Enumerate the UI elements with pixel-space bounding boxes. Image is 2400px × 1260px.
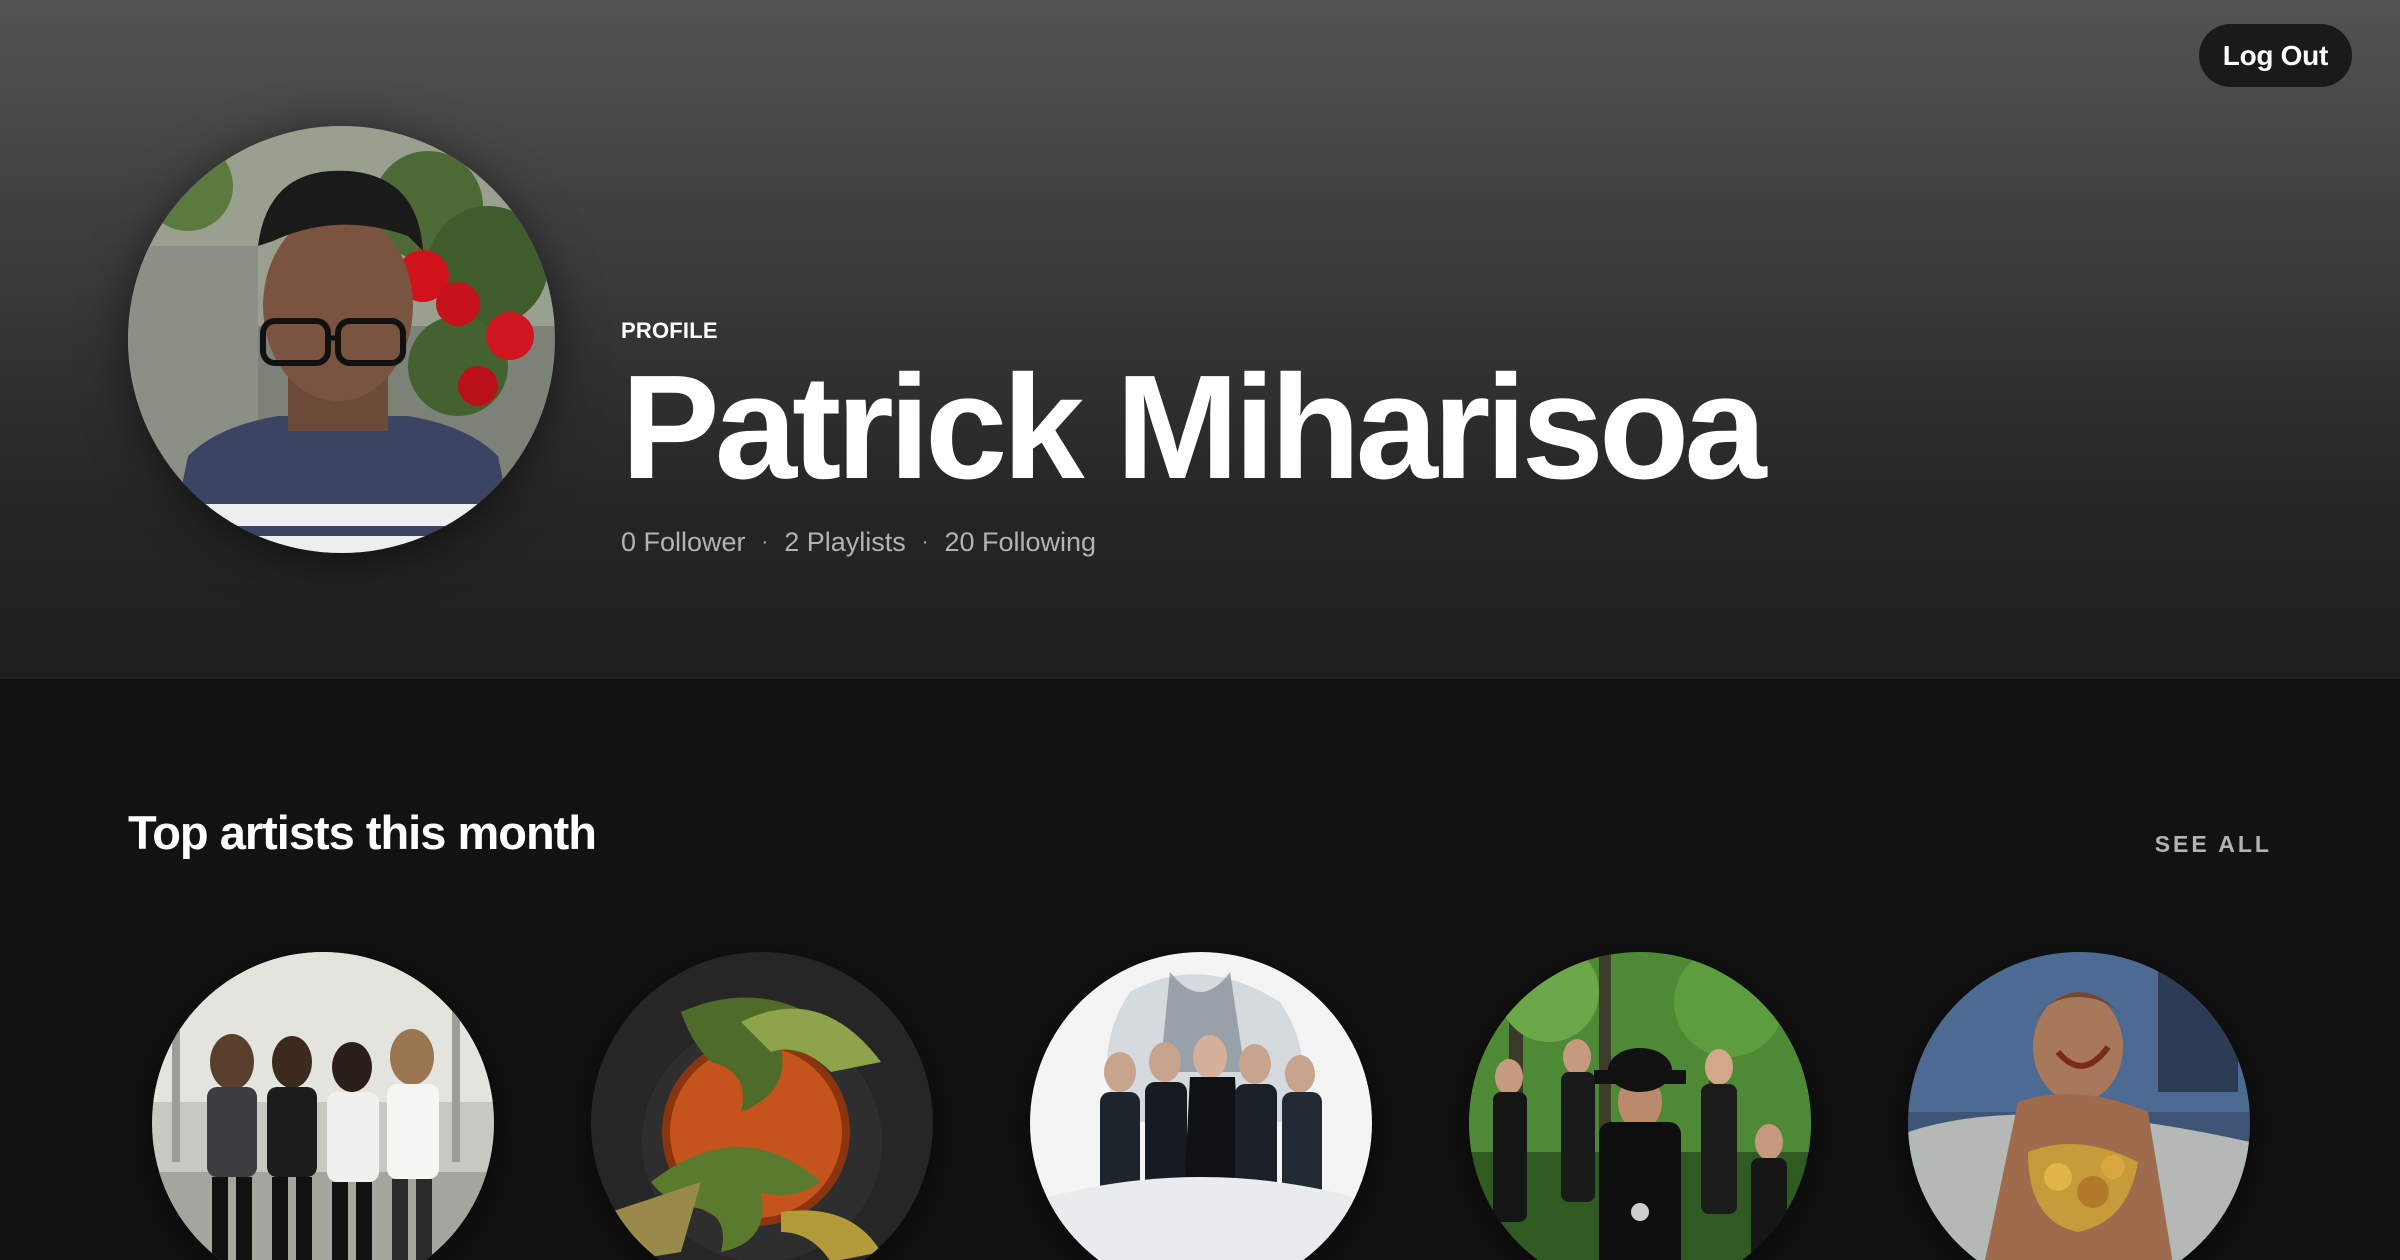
followers-count[interactable]: 0 Follower bbox=[621, 527, 746, 558]
painting-artwork-icon bbox=[1908, 952, 2250, 1260]
section-title: Top artists this month bbox=[128, 806, 597, 859]
profile-photo-icon bbox=[128, 126, 555, 553]
top-artists-row bbox=[152, 952, 2252, 1260]
band-forest-photo-icon bbox=[1469, 952, 1811, 1260]
band-photo-icon bbox=[152, 952, 494, 1260]
see-all-link[interactable]: SEE ALL bbox=[2155, 831, 2272, 858]
profile-info: PROFILE Patrick Miharisoa 0 Follower · 2… bbox=[621, 318, 1767, 558]
profile-stats: 0 Follower · 2 Playlists · 20 Following bbox=[621, 527, 1762, 558]
artist-card-2[interactable] bbox=[591, 952, 933, 1260]
artist-card-5[interactable] bbox=[1908, 952, 2250, 1260]
bird-artwork-icon bbox=[591, 952, 933, 1260]
profile-header: Log Out PROFILE Patrick Miharisoa 0 Foll… bbox=[0, 0, 2400, 679]
following-count[interactable]: 20 Following bbox=[944, 527, 1096, 558]
avatar[interactable] bbox=[128, 126, 555, 553]
logout-button[interactable]: Log Out bbox=[2198, 24, 2352, 87]
profile-page: Log Out PROFILE Patrick Miharisoa 0 Foll… bbox=[0, 0, 2400, 1260]
separator-dot: · bbox=[921, 531, 929, 554]
separator-dot: · bbox=[761, 531, 769, 554]
artist-card-1[interactable] bbox=[152, 952, 494, 1260]
artist-card-4[interactable] bbox=[1469, 952, 1811, 1260]
playlists-count[interactable]: 2 Playlists bbox=[784, 527, 906, 558]
profile-type-label: PROFILE bbox=[621, 318, 718, 343]
band-white-photo-icon bbox=[1030, 952, 1372, 1260]
page-title: Patrick Miharisoa bbox=[621, 345, 1767, 510]
artist-card-3[interactable] bbox=[1030, 952, 1372, 1260]
